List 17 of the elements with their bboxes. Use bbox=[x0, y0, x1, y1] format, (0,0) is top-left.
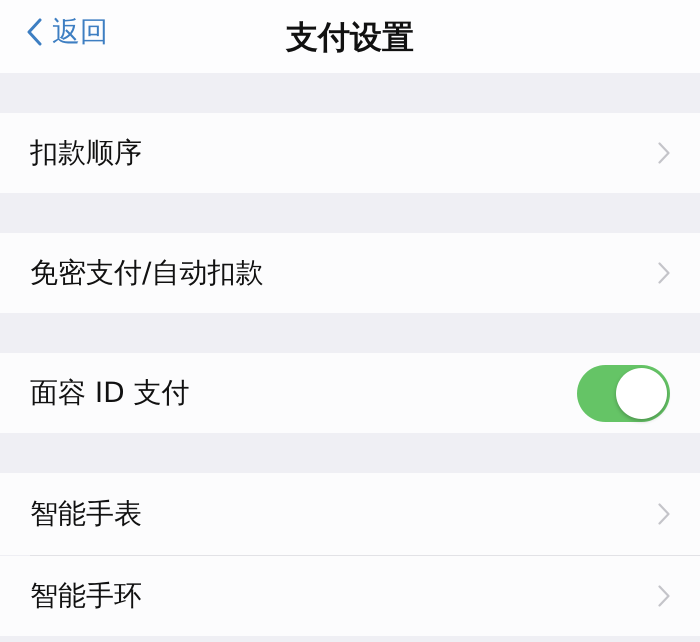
row-label: 扣款顺序 bbox=[30, 139, 142, 167]
chevron-right-icon bbox=[658, 585, 670, 607]
chevron-right-icon bbox=[658, 503, 670, 525]
settings-row[interactable]: 免密支付/自动扣款 bbox=[0, 233, 700, 313]
row-label: 智能手表 bbox=[30, 500, 142, 528]
chevron-right-icon bbox=[658, 262, 670, 284]
row-label: 免密支付/自动扣款 bbox=[30, 259, 264, 287]
settings-row[interactable]: 面容 ID 支付 bbox=[0, 353, 700, 433]
back-chevron-icon bbox=[26, 18, 42, 46]
back-button[interactable]: 返回 bbox=[26, 18, 108, 46]
settings-row[interactable]: 智能手环 bbox=[0, 556, 700, 636]
settings-row[interactable]: 扣款顺序 bbox=[0, 113, 700, 193]
row-label: 面容 ID 支付 bbox=[30, 379, 190, 407]
chevron-right-icon bbox=[658, 142, 670, 164]
page-title: 支付设置 bbox=[286, 20, 414, 52]
settings-row[interactable]: 智能手表 bbox=[0, 473, 700, 555]
row-label: 智能手环 bbox=[30, 582, 142, 610]
